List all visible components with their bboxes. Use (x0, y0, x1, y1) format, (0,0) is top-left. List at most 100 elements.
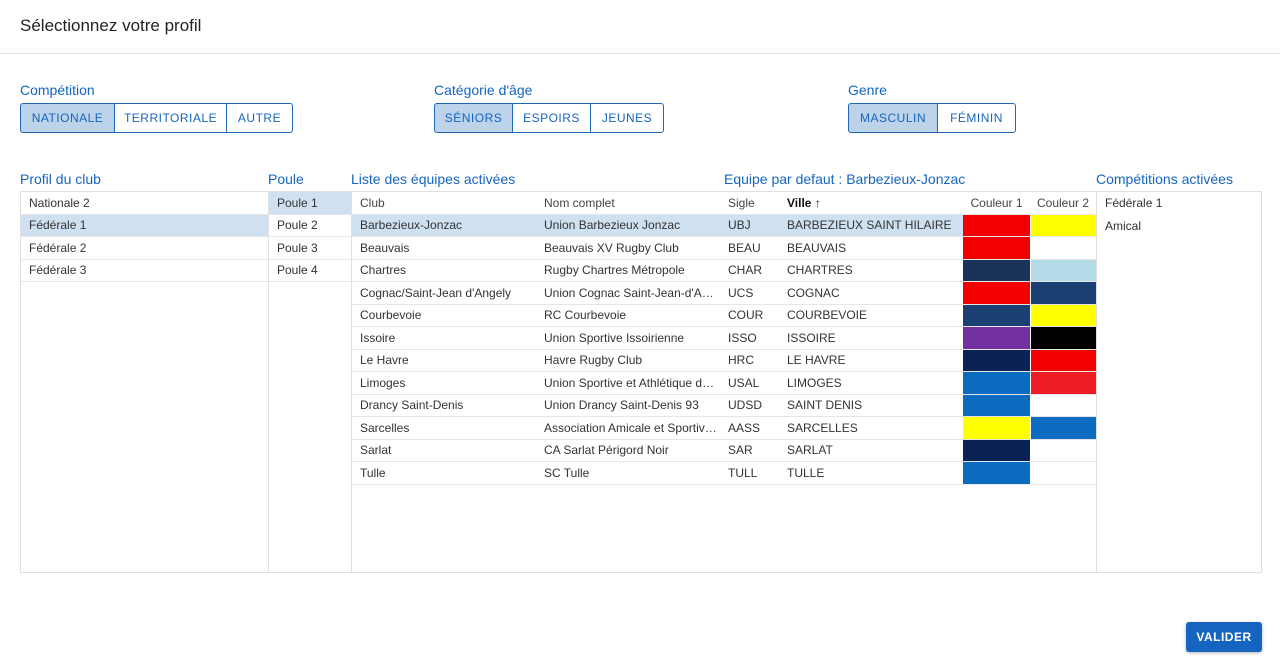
team-color1-swatch (963, 349, 1031, 372)
team-row[interactable]: Sarlat CA Sarlat Périgord Noir SAR SARLAT (352, 439, 1096, 462)
profil-list: Nationale 2 Fédérale 1 Fédérale 2 Fédéra… (20, 191, 269, 573)
profil-item[interactable]: Nationale 2 (21, 192, 268, 215)
genre-option-feminin[interactable]: FÉMININ (938, 103, 1016, 133)
genre-option-masculin[interactable]: MASCULIN (848, 103, 938, 133)
teams-table: Club Nom complet Sigle Ville ↑ Couleur 1… (352, 192, 1096, 485)
team-name-cell: RC Courbevoie (536, 304, 720, 327)
valider-button[interactable]: VALIDER (1186, 622, 1262, 652)
team-row[interactable]: Courbevoie RC Courbevoie COUR COURBEVOIE (352, 304, 1096, 327)
team-color2-swatch (1030, 461, 1096, 485)
poule-item[interactable]: Poule 3 (269, 237, 351, 260)
team-color2-swatch (1030, 394, 1096, 417)
profil-item[interactable]: Fédérale 2 (21, 237, 268, 260)
competition-option-nationale[interactable]: NATIONALE (20, 103, 115, 133)
team-club-cell: Issoire (352, 326, 536, 350)
team-row[interactable]: Barbezieux-Jonzac Union Barbezieux Jonzac… (352, 214, 1096, 237)
team-club-cell: Sarcelles (352, 416, 536, 440)
team-color2-swatch (1030, 304, 1096, 327)
team-sigle-cell: COUR (720, 304, 779, 327)
team-sigle-cell: CHAR (720, 259, 779, 282)
sort-ascending-icon: ↑ (814, 195, 821, 210)
team-ville-cell: BEAUVAIS (779, 236, 963, 260)
team-color2-swatch (1030, 326, 1096, 350)
team-club-cell: Chartres (352, 259, 536, 282)
column-header-couleur1[interactable]: Couleur 1 (963, 192, 1030, 215)
team-color2-swatch (1030, 416, 1096, 440)
competitions-label: Compétitions activées (1096, 171, 1233, 187)
team-color1-swatch (963, 371, 1031, 395)
team-color1-swatch (963, 394, 1031, 417)
team-name-cell: Union Sportive et Athlétique de Limoges (536, 371, 720, 395)
team-ville-cell: COGNAC (779, 281, 963, 305)
team-sigle-cell: HRC (720, 349, 779, 372)
team-club-cell: Cognac/Saint-Jean d'Angely (352, 281, 536, 305)
team-color2-swatch (1030, 281, 1096, 305)
team-color1-swatch (963, 326, 1031, 350)
column-header-sigle[interactable]: Sigle (720, 192, 779, 215)
team-name-cell: CA Sarlat Périgord Noir (536, 439, 720, 462)
team-club-cell: Courbevoie (352, 304, 536, 327)
team-sigle-cell: ISSO (720, 326, 779, 350)
competition-option-autre[interactable]: AUTRE (227, 103, 293, 133)
profil-label: Profil du club (20, 171, 101, 187)
team-row[interactable]: Limoges Union Sportive et Athlétique de L… (352, 371, 1096, 395)
team-club-cell: Limoges (352, 371, 536, 395)
team-color1-swatch (963, 214, 1031, 237)
poule-item[interactable]: Poule 4 (269, 260, 351, 282)
genre-toggle-group: MASCULIN FÉMININ (848, 103, 1016, 133)
categorie-toggle-group: SÉNIORS ESPOIRS JEUNES (434, 103, 664, 133)
column-header-ville[interactable]: Ville ↑ (779, 192, 963, 215)
competition-option-territoriale[interactable]: TERRITORIALE (115, 103, 227, 133)
dialog-header: Sélectionnez votre profil (0, 0, 1280, 54)
team-name-cell: Union Drancy Saint-Denis 93 (536, 394, 720, 417)
team-ville-cell: COURBEVOIE (779, 304, 963, 327)
categorie-option-jeunes[interactable]: JEUNES (591, 103, 664, 133)
profil-item[interactable]: Fédérale 3 (21, 260, 268, 282)
team-row[interactable]: Drancy Saint-Denis Union Drancy Saint-Den… (352, 394, 1096, 417)
column-header-nom[interactable]: Nom complet (536, 192, 720, 215)
team-color2-swatch (1030, 371, 1096, 395)
equipes-label: Liste des équipes activées (351, 171, 516, 187)
team-row[interactable]: Sarcelles Association Amicale et Sportive… (352, 416, 1096, 440)
team-row[interactable]: Beauvais Beauvais XV Rugby Club BEAU BEAUVA… (352, 236, 1096, 260)
team-ville-cell: LIMOGES (779, 371, 963, 395)
team-name-cell: Beauvais XV Rugby Club (536, 236, 720, 260)
competitions-list: Fédérale 1 Amical (1096, 191, 1262, 573)
team-name-cell: Union Barbezieux Jonzac (536, 214, 720, 237)
team-row[interactable]: Issoire Union Sportive Issoirienne ISSO ISS… (352, 326, 1096, 350)
team-sigle-cell: UCS (720, 281, 779, 305)
default-team-label: Equipe par defaut : Barbezieux-Jonzac (724, 171, 966, 187)
competition-item: Fédérale 1 (1105, 196, 1163, 211)
categorie-option-espoirs[interactable]: ESPOIRS (513, 103, 591, 133)
team-color1-swatch (963, 304, 1031, 327)
categorie-label: Catégorie d'âge (434, 82, 533, 98)
team-row[interactable]: Cognac/Saint-Jean d'Angely Union Cognac S… (352, 281, 1096, 305)
team-name-cell: Association Amicale et Sportive de Sarce… (536, 416, 720, 440)
team-ville-cell: ISSOIRE (779, 326, 963, 350)
poule-item[interactable]: Poule 1 (269, 192, 351, 215)
column-header-club[interactable]: Club (352, 192, 536, 215)
team-row[interactable]: Chartres Rugby Chartres Métropole CHAR CHAR… (352, 259, 1096, 282)
team-ville-cell: LE HAVRE (779, 349, 963, 372)
team-sigle-cell: UDSD (720, 394, 779, 417)
team-club-cell: Beauvais (352, 236, 536, 260)
team-club-cell: Le Havre (352, 349, 536, 372)
team-sigle-cell: BEAU (720, 236, 779, 260)
team-sigle-cell: UBJ (720, 214, 779, 237)
team-color1-swatch (963, 281, 1031, 305)
team-name-cell: Havre Rugby Club (536, 349, 720, 372)
team-color1-swatch (963, 259, 1031, 282)
team-row[interactable]: Le Havre Havre Rugby Club HRC LE HAVRE (352, 349, 1096, 372)
poule-item[interactable]: Poule 2 (269, 215, 351, 237)
team-ville-cell: CHARTRES (779, 259, 963, 282)
team-ville-cell: TULLE (779, 461, 963, 485)
team-color2-swatch (1030, 236, 1096, 260)
team-row[interactable]: Tulle SC Tulle TULL TULLE (352, 461, 1096, 485)
team-color1-swatch (963, 416, 1031, 440)
column-header-couleur2[interactable]: Couleur 2 (1030, 192, 1096, 215)
profil-item[interactable]: Fédérale 1 (21, 214, 268, 237)
competition-toggle-group: NATIONALE TERRITORIALE AUTRE (20, 103, 293, 133)
team-sigle-cell: USAL (720, 371, 779, 395)
column-header-ville-label: Ville (787, 195, 812, 210)
categorie-option-seniors[interactable]: SÉNIORS (434, 103, 513, 133)
